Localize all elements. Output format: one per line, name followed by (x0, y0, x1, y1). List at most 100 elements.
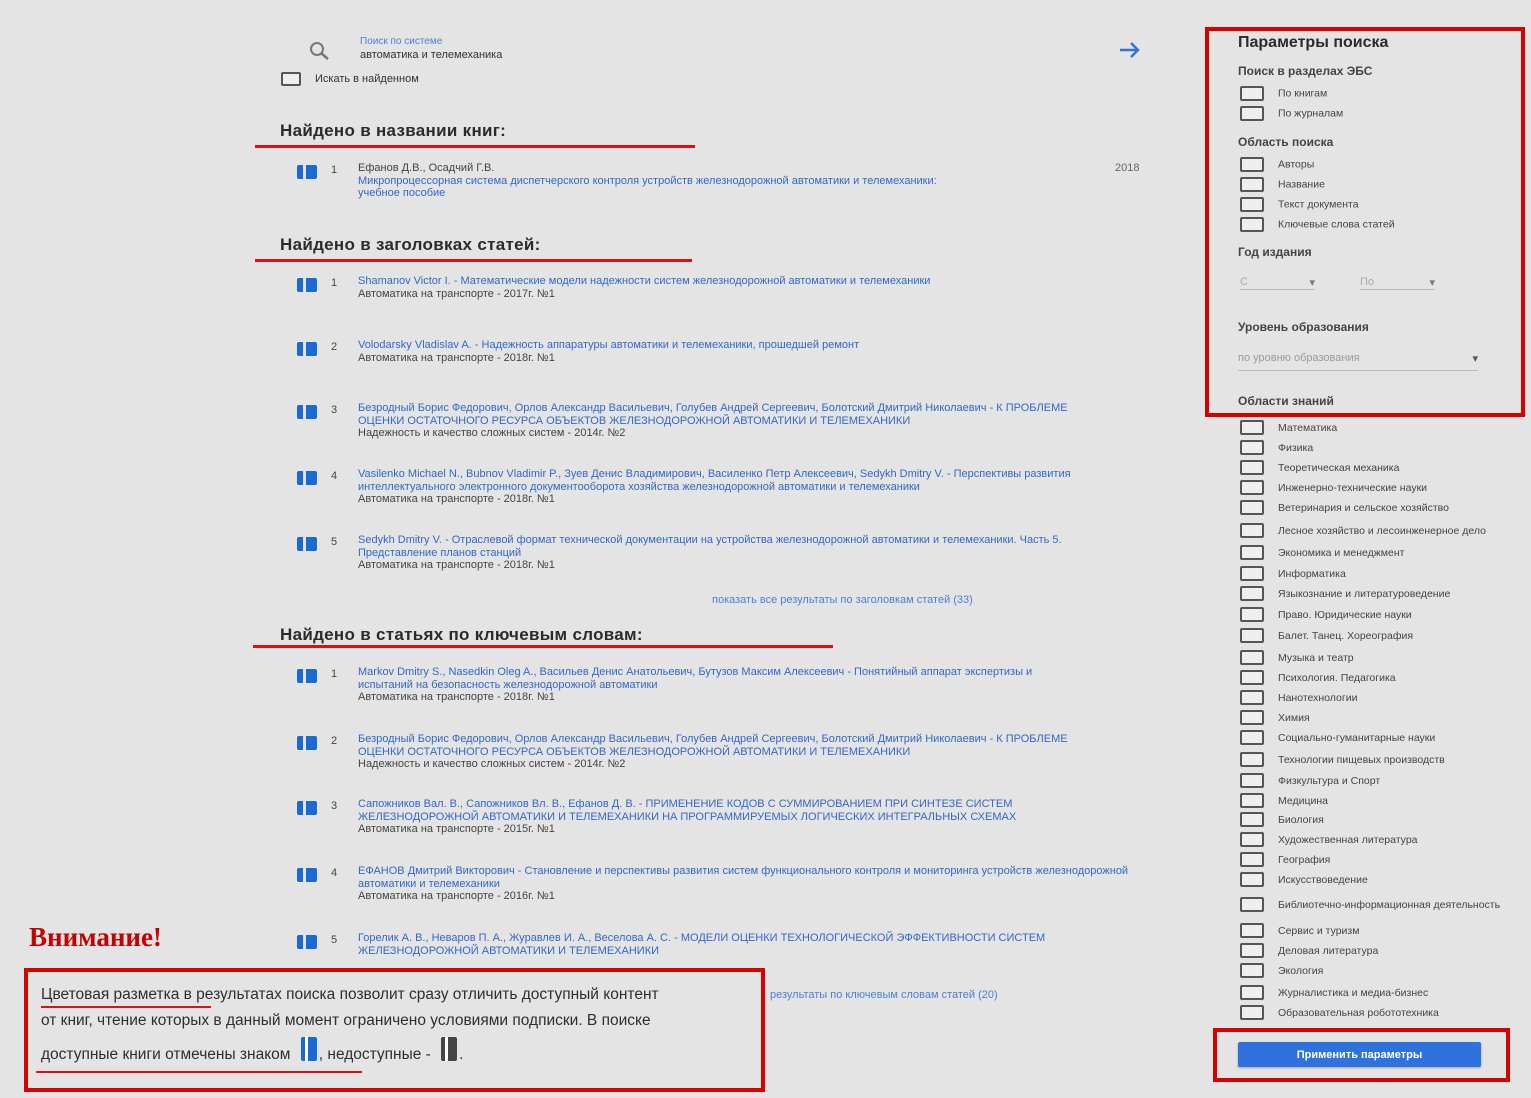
year-to-select[interactable]: По ▾ (1360, 276, 1435, 290)
checkbox-icon[interactable] (281, 72, 301, 86)
checkbox-icon[interactable] (1240, 480, 1264, 495)
knowledge-area-checkbox[interactable]: Теоретическая механика (1240, 460, 1518, 475)
knowledge-area-checkbox[interactable]: Деловая литература (1240, 943, 1518, 958)
checkbox-icon[interactable] (1240, 963, 1264, 978)
knowledge-area-checkbox[interactable]: Художественная литература (1240, 832, 1518, 847)
knowledge-area-checkbox[interactable]: Нанотехнологии (1240, 690, 1518, 705)
knowledge-area-checkbox[interactable]: Социально-гуманитарные науки (1240, 730, 1518, 745)
checkbox-icon[interactable] (1240, 460, 1264, 475)
result-item[interactable]: Sedykh Dmitry V. - Отраслевой формат тех… (358, 534, 1148, 572)
checkbox-icon[interactable] (1240, 872, 1264, 887)
knowledge-area-checkbox[interactable]: Библиотечно-информационная деятельность (1240, 897, 1518, 912)
filter-title-checkbox[interactable]: Название (1240, 177, 1325, 192)
checkbox-icon[interactable] (1240, 710, 1264, 725)
checkbox-icon[interactable] (1240, 566, 1264, 581)
knowledge-area-checkbox[interactable]: Психология. Педагогика (1240, 670, 1518, 685)
knowledge-area-checkbox[interactable]: Биология (1240, 812, 1518, 827)
result-item[interactable]: Сапожников Вал. В., Сапожников Вл. В., Е… (358, 798, 1148, 836)
checkbox-icon[interactable] (1240, 545, 1264, 560)
year-from-select[interactable]: С ▾ (1240, 276, 1315, 290)
checkbox-icon[interactable] (1240, 730, 1264, 745)
knowledge-area-checkbox[interactable]: Образовательная робототехника (1240, 1005, 1518, 1020)
result-title-link[interactable]: Безродный Борис Федорович, Орлов Алексан… (358, 733, 1108, 758)
arrow-right-icon[interactable] (1116, 37, 1144, 63)
search-input[interactable]: автоматика и телемеханика (360, 49, 502, 61)
show-all-articles-link[interactable]: показать все результаты по заголовкам ст… (712, 594, 973, 606)
checkbox-icon[interactable] (1240, 832, 1264, 847)
checkbox-icon[interactable] (1240, 440, 1264, 455)
checkbox-icon[interactable] (1240, 943, 1264, 958)
checkbox-icon[interactable] (1240, 500, 1264, 515)
checkbox-icon[interactable] (1240, 773, 1264, 788)
knowledge-area-checkbox[interactable]: Инженерно-технические науки (1240, 480, 1518, 495)
result-item[interactable]: Горелик А. В., Неваров П. А., Журавлев И… (358, 932, 1148, 957)
knowledge-area-checkbox[interactable]: Экономика и менеджмент (1240, 545, 1518, 560)
checkbox-icon[interactable] (1240, 217, 1264, 232)
checkbox-icon[interactable] (1240, 897, 1264, 912)
checkbox-icon[interactable] (1240, 586, 1264, 601)
knowledge-area-checkbox[interactable]: Технологии пищевых производств (1240, 752, 1518, 767)
knowledge-area-checkbox[interactable]: Медицина (1240, 793, 1518, 808)
filter-fulltext-checkbox[interactable]: Текст документа (1240, 197, 1359, 212)
result-item[interactable]: Безродный Борис Федорович, Орлов Алексан… (358, 402, 1148, 440)
checkbox-icon[interactable] (1240, 1005, 1264, 1020)
knowledge-area-checkbox[interactable]: Искусствоведение (1240, 872, 1518, 887)
checkbox-icon[interactable] (1240, 177, 1264, 192)
knowledge-area-checkbox[interactable]: Физкультура и Спорт (1240, 773, 1518, 788)
show-all-keywords-link[interactable]: результаты по ключевым словам статей (20… (770, 989, 998, 1001)
checkbox-icon[interactable] (1240, 106, 1264, 121)
knowledge-area-checkbox[interactable]: Ветеринария и сельское хозяйство (1240, 500, 1518, 515)
checkbox-icon[interactable] (1240, 793, 1264, 808)
result-title-link[interactable]: Shamanov Victor I. - Математические моде… (358, 275, 1108, 288)
checkbox-icon[interactable] (1240, 852, 1264, 867)
result-title-link[interactable]: Горелик А. В., Неваров П. А., Журавлев И… (358, 932, 1148, 957)
knowledge-area-checkbox[interactable]: Экология (1240, 963, 1518, 978)
result-item[interactable]: Markov Dmitry S., Nasedkin Oleg A., Васи… (358, 666, 1148, 704)
checkbox-icon[interactable] (1240, 690, 1264, 705)
checkbox-icon[interactable] (1240, 923, 1264, 938)
result-title-link[interactable]: Сапожников Вал. В., Сапожников Вл. В., Е… (358, 798, 1118, 823)
result-title-link[interactable]: Vasilenko Michael N., Bubnov Vladimir P.… (358, 468, 1138, 493)
knowledge-area-checkbox[interactable]: Музыка и театр (1240, 650, 1518, 665)
apply-parameters-button[interactable]: Применить параметры (1238, 1042, 1481, 1067)
result-title-link[interactable]: ЕФАНОВ Дмитрий Викторович - Становление … (358, 865, 1138, 890)
checkbox-icon[interactable] (1240, 86, 1264, 101)
filter-authors-checkbox[interactable]: Авторы (1240, 157, 1314, 172)
checkbox-icon[interactable] (1240, 650, 1264, 665)
checkbox-icon[interactable] (1240, 420, 1264, 435)
result-title-link[interactable]: Markov Dmitry S., Nasedkin Oleg A., Васи… (358, 666, 1078, 691)
checkbox-icon[interactable] (1240, 812, 1264, 827)
knowledge-area-checkbox[interactable]: Право. Юридические науки (1240, 607, 1518, 622)
knowledge-area-checkbox[interactable]: Физика (1240, 440, 1518, 455)
knowledge-area-checkbox[interactable]: Сервис и туризм (1240, 923, 1518, 938)
knowledge-area-checkbox[interactable]: Языкознание и литературоведение (1240, 586, 1518, 601)
filter-journals-checkbox[interactable]: По журналам (1240, 106, 1343, 121)
knowledge-area-checkbox[interactable]: География (1240, 852, 1518, 867)
knowledge-area-checkbox[interactable]: Журналистика и медиа-бизнес (1240, 985, 1518, 1000)
result-title-link[interactable]: Безродный Борис Федорович, Орлов Алексан… (358, 402, 1108, 427)
result-title-link[interactable]: Микропроцессорная система диспетчерского… (358, 175, 958, 200)
search-icon[interactable] (308, 40, 330, 62)
result-item[interactable]: ЕФАНОВ Дмитрий Викторович - Становление … (358, 865, 1148, 903)
result-item[interactable]: Vasilenko Michael N., Bubnov Vladimir P.… (358, 468, 1148, 506)
result-title-link[interactable]: Sedykh Dmitry V. - Отраслевой формат тех… (358, 534, 1078, 559)
knowledge-area-checkbox[interactable]: Информатика (1240, 566, 1518, 581)
result-item[interactable]: Shamanov Victor I. - Математические моде… (358, 275, 1148, 300)
result-item[interactable]: Ефанов Д.В., Осадчий Г.В. Микропроцессор… (358, 162, 1148, 200)
education-level-select[interactable]: по уровню образования ▾ (1238, 352, 1478, 371)
filter-keywords-checkbox[interactable]: Ключевые слова статей (1240, 217, 1395, 232)
checkbox-icon[interactable] (1240, 197, 1264, 212)
filter-books-checkbox[interactable]: По книгам (1240, 86, 1327, 101)
knowledge-area-checkbox[interactable]: Химия (1240, 710, 1518, 725)
checkbox-icon[interactable] (1240, 523, 1264, 538)
search-within-checkbox[interactable]: Искать в найденном (281, 72, 419, 86)
checkbox-icon[interactable] (1240, 985, 1264, 1000)
result-item[interactable]: Безродный Борис Федорович, Орлов Алексан… (358, 733, 1148, 771)
checkbox-icon[interactable] (1240, 752, 1264, 767)
knowledge-area-checkbox[interactable]: Математика (1240, 420, 1518, 435)
knowledge-area-checkbox[interactable]: Балет. Танец. Хореография (1240, 628, 1518, 643)
result-title-link[interactable]: Volodarsky Vladislav A. - Надежность апп… (358, 339, 1058, 352)
checkbox-icon[interactable] (1240, 628, 1264, 643)
checkbox-icon[interactable] (1240, 607, 1264, 622)
checkbox-icon[interactable] (1240, 157, 1264, 172)
